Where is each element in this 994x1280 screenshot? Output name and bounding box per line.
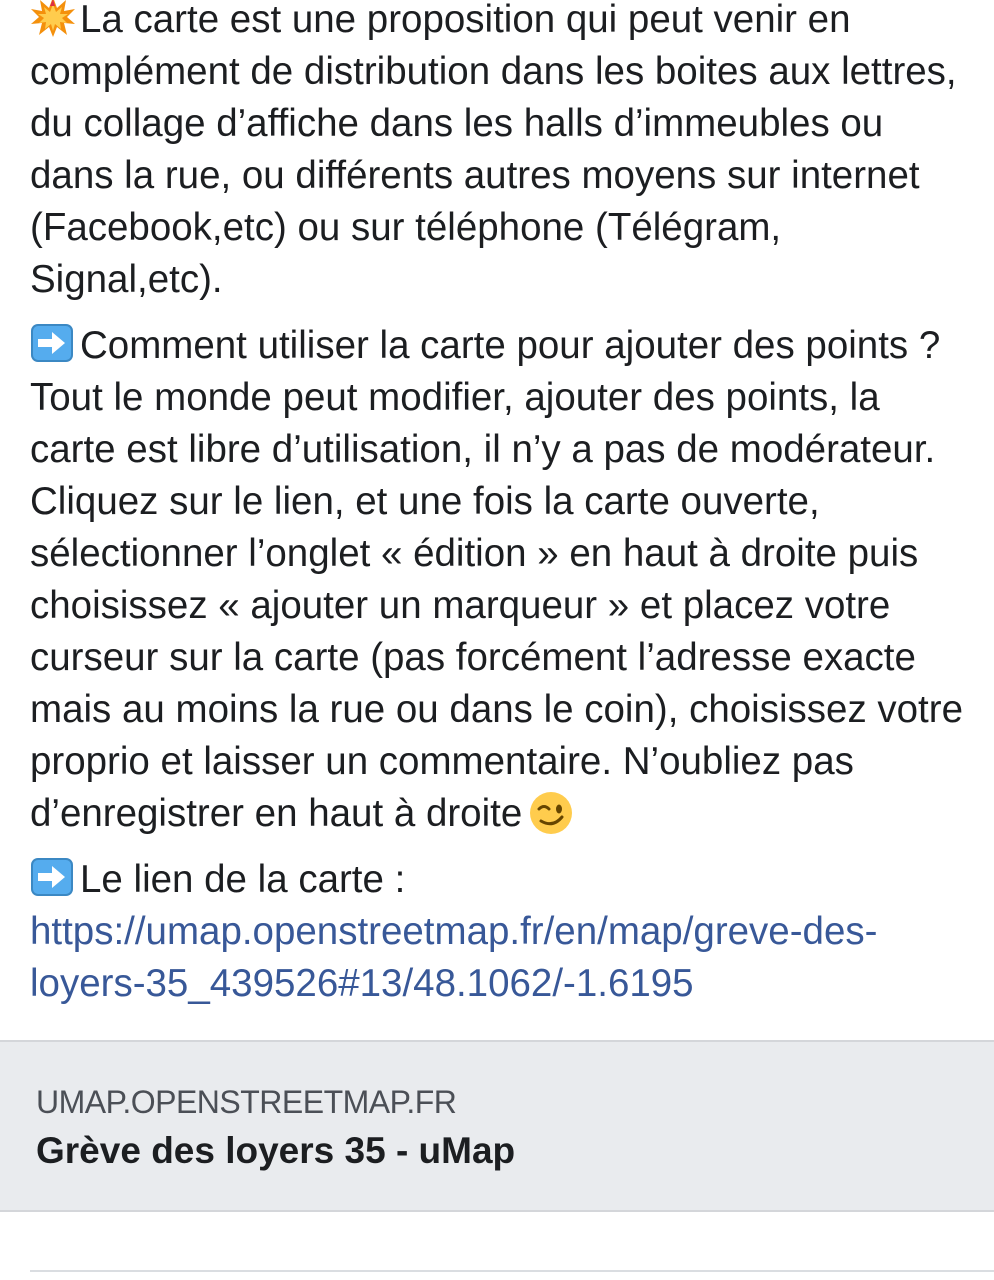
text-line-content: La carte est une proposition qui peut ve…: [80, 0, 851, 41]
right-arrow-icon: [30, 323, 74, 363]
text-line: Signal,etc).: [30, 258, 223, 301]
text-line: (Facebook,etc) ou sur téléphone (Télégra…: [30, 206, 782, 249]
text-line: Cliquez sur le lien, et une fois la cart…: [30, 480, 820, 523]
text-line: Le lien de la carte :: [30, 854, 994, 906]
text-line: proprio et laisser un commentaire. N’oub…: [30, 740, 854, 783]
text-line: curseur sur la carte (pas forcément l’ad…: [30, 636, 916, 679]
text-line: choisissez « ajouter un marqueur » et pl…: [30, 584, 891, 627]
link-preview-domain: UMAP.OPENSTREETMAP.FR: [36, 1084, 457, 1120]
text-line: complément de distribution dans les boit…: [30, 50, 957, 93]
winking-face-icon: [528, 790, 574, 836]
text-line: carte est libre d’utilisation, il n’y a …: [30, 428, 936, 471]
map-url-link[interactable]: loyers-35_439526#13/48.1062/-1.6195: [30, 958, 994, 1010]
link-preview-card[interactable]: UMAP.OPENSTREETMAP.FR Grève des loyers 3…: [0, 1040, 994, 1212]
right-arrow-icon: [30, 857, 74, 897]
text-line: sélectionner l’onglet « édition » en hau…: [30, 532, 919, 575]
paragraph-map-link: Le lien de la carte : https://umap.opens…: [30, 854, 994, 1010]
collision-icon: [30, 0, 76, 38]
paragraph-map-proposal: La carte est une proposition qui peut ve…: [30, 0, 994, 306]
text-line: mais au moins la rue ou dans le coin), c…: [30, 688, 963, 731]
text-line: La carte est une proposition qui peut ve…: [30, 0, 994, 46]
text-line-content: Comment utiliser la carte pour ajouter d…: [80, 324, 941, 367]
text-line: dans la rue, ou différents autres moyens…: [30, 154, 920, 197]
paragraph-how-to-use: Comment utiliser la carte pour ajouter d…: [30, 320, 994, 840]
text-line: Comment utiliser la carte pour ajouter d…: [30, 320, 994, 372]
text-line-content: d’enregistrer en haut à droite: [30, 792, 523, 835]
post-body: La carte est une proposition qui peut ve…: [30, 0, 994, 1024]
text-line: d’enregistrer en haut à droite: [30, 788, 994, 840]
text-line: Tout le monde peut modifier, ajouter des…: [30, 376, 880, 419]
link-preview-title: Grève des loyers 35 - uMap: [36, 1130, 516, 1171]
map-url-link[interactable]: https://umap.openstreetmap.fr/en/map/gre…: [30, 906, 994, 958]
text-line-content: Le lien de la carte :: [80, 858, 406, 901]
text-line: du collage d’affiche dans les halls d’im…: [30, 102, 884, 145]
divider: [30, 1270, 994, 1272]
